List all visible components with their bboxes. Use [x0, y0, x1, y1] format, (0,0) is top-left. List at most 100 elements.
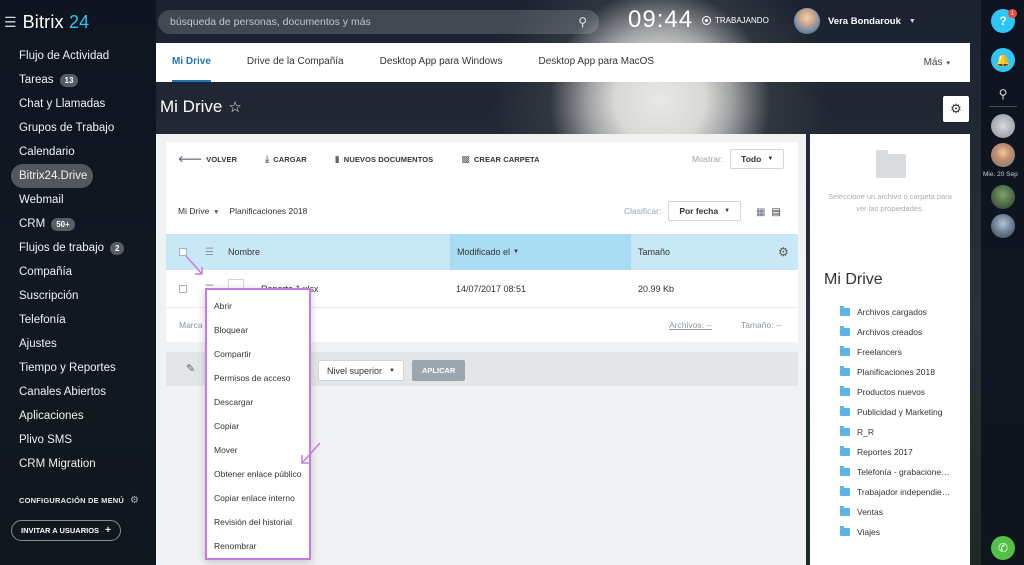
- menu-item-descargar[interactable]: Descargar: [207, 390, 309, 414]
- folder-list-item[interactable]: Ventas: [840, 502, 950, 522]
- list-view-icon[interactable]: ▤: [771, 207, 780, 218]
- menu-item-compartir[interactable]: Compartir: [207, 342, 309, 366]
- tab-more[interactable]: Más ▾: [924, 43, 950, 82]
- tab-mi-drive[interactable]: Mi Drive: [172, 43, 211, 82]
- folder-list-item[interactable]: R_R: [840, 422, 950, 442]
- star-icon[interactable]: ☆: [228, 98, 241, 116]
- search-input[interactable]: [170, 16, 550, 28]
- sidebar-item-suscripci-n[interactable]: Suscripción: [11, 284, 151, 308]
- settings-button[interactable]: ⚙: [943, 96, 969, 122]
- show-label: Mostrar:: [692, 154, 724, 164]
- sidebar-item-chat-y-llamadas[interactable]: Chat y Llamadas: [11, 92, 151, 116]
- new-documents-button[interactable]: ▮ NUEVOS DOCUMENTOS: [335, 154, 434, 165]
- gear-icon: ⚙: [130, 495, 140, 506]
- menu-item-obtener-enlace-p-blico[interactable]: Obtener enlace público: [207, 462, 309, 486]
- search-icon[interactable]: ⚲: [578, 15, 587, 29]
- menu-item-copiar-enlace-interno[interactable]: Copiar enlace interno: [207, 486, 309, 510]
- back-button[interactable]: 🡐 VOLVER: [178, 154, 237, 165]
- sidebar-item-flujo-de-actividad[interactable]: Flujo de Actividad: [11, 44, 151, 68]
- sidebar-item-telefon-a[interactable]: Telefonía: [11, 308, 151, 332]
- sort-select[interactable]: Por fecha ▼: [668, 201, 742, 221]
- sidebar-item-bitrix24-drive[interactable]: Bitrix24.Drive: [11, 164, 93, 188]
- col-size[interactable]: Tamaño: [638, 234, 670, 270]
- user-menu[interactable]: Vera Bondarouk ▼: [794, 8, 916, 34]
- menu-item-mover[interactable]: Mover: [207, 438, 309, 462]
- sidebar-item-flujos-de-trabajo[interactable]: Flujos de trabajo 2: [11, 236, 151, 260]
- folder-list-item[interactable]: Telefonía - grabacione…: [840, 462, 950, 482]
- avatar: [794, 8, 820, 34]
- menu-config[interactable]: CONFIGURACIÓN DE MENÚ ⚙: [19, 495, 139, 506]
- chevron-down-icon: ▼: [908, 17, 916, 25]
- col-name[interactable]: Nombre: [228, 234, 260, 270]
- avatar[interactable]: [991, 185, 1015, 209]
- sidebar-item-crm[interactable]: CRM 50+: [11, 212, 151, 236]
- folder-list-item[interactable]: Reportes 2017: [840, 442, 950, 462]
- menu-item-permisos-de-acceso[interactable]: Permisos de acceso: [207, 366, 309, 390]
- folder-list-item[interactable]: Publicidad y Marketing: [840, 402, 950, 422]
- tab-desktop-app-para-macos[interactable]: Desktop App para MacOS: [538, 43, 654, 82]
- search-icon: ⚲: [998, 87, 1008, 101]
- folder-list-item[interactable]: Productos nuevos: [840, 382, 950, 402]
- menu-item-revisi-n-del-historial[interactable]: Revisión del historial: [207, 510, 309, 534]
- brand-logo[interactable]: Bitrix 24: [23, 12, 90, 33]
- sidebar-item-compa-a[interactable]: Compañía: [11, 260, 151, 284]
- apply-button[interactable]: APLICAR: [412, 360, 466, 381]
- show-select[interactable]: Todo ▼: [730, 149, 785, 169]
- folder-list-item[interactable]: Archivos creados: [840, 322, 950, 342]
- work-status[interactable]: TRABAJANDO: [702, 16, 769, 25]
- sidebar-item-label: Telefonía: [19, 314, 66, 326]
- sidebar-item-tiempo-y-reportes[interactable]: Tiempo y Reportes: [11, 356, 151, 380]
- folder-icon: [840, 346, 850, 356]
- avatar[interactable]: [991, 114, 1015, 138]
- clock[interactable]: 09:44: [628, 6, 693, 34]
- notifications-button[interactable]: 🔔: [991, 48, 1015, 72]
- pencil-icon[interactable]: ✎: [186, 362, 195, 375]
- folder-icon: [840, 366, 850, 376]
- folder-list-item[interactable]: Freelancers: [840, 342, 950, 362]
- rail-search-button[interactable]: ⚲: [991, 82, 1015, 106]
- chevron-down-icon: ▼: [767, 156, 774, 162]
- sidebar-item-grupos-de-trabajo[interactable]: Grupos de Trabajo: [11, 116, 151, 140]
- arrow-annotation-top: [185, 255, 203, 275]
- sidebar-item-plivo-sms[interactable]: Plivo SMS: [11, 428, 151, 452]
- sidebar-item-label: CRM: [19, 218, 46, 230]
- work-status-label: TRABAJANDO: [715, 16, 769, 25]
- folder-icon: [840, 306, 850, 316]
- grid-view-icon[interactable]: ▦: [756, 207, 765, 218]
- tab-desktop-app-para-windows[interactable]: Desktop App para Windows: [380, 43, 503, 82]
- sidebar-item-calendario[interactable]: Calendario: [11, 140, 151, 164]
- upload-button[interactable]: ⤓ CARGAR: [265, 154, 307, 165]
- gear-icon[interactable]: ⚙: [778, 234, 789, 270]
- chevron-down-icon: ▼: [389, 367, 395, 374]
- avatar[interactable]: [991, 143, 1015, 167]
- breadcrumb-root[interactable]: Mi Drive ▼: [178, 206, 219, 216]
- menu-item-renombrar[interactable]: Renombrar: [207, 534, 309, 558]
- level-select[interactable]: Nivel superior ▼: [318, 360, 404, 381]
- col-modified[interactable]: Modificado el ▼: [450, 234, 631, 270]
- create-folder-button[interactable]: ▩ CREAR CARPETA: [461, 154, 539, 165]
- sidebar-item-ajustes[interactable]: Ajustes: [11, 332, 151, 356]
- show-value: Todo: [741, 154, 762, 164]
- folder-list-item[interactable]: Trabajador independie…: [840, 482, 950, 502]
- menu-item-abrir[interactable]: Abrir: [207, 294, 309, 318]
- sidebar-item-aplicaciones[interactable]: Aplicaciones: [11, 404, 151, 428]
- sidebar-item-crm-migration[interactable]: CRM Migration: [11, 452, 151, 476]
- menu-item-bloquear[interactable]: Bloquear: [207, 318, 309, 342]
- invite-users-label: INVITAR A USUARIOS: [21, 526, 100, 535]
- sidebar-item-webmail[interactable]: Webmail: [11, 188, 151, 212]
- tab-drive-de-la-compa-a[interactable]: Drive de la Compañía: [247, 43, 344, 82]
- folder-list-item[interactable]: Planificaciones 2018: [840, 362, 950, 382]
- search-bar[interactable]: ⚲: [158, 10, 599, 34]
- hamburger-icon[interactable]: ☰: [4, 14, 17, 31]
- sidebar-item-tareas[interactable]: Tareas 13: [11, 68, 151, 92]
- sidebar-item-canales-abiertos[interactable]: Canales Abiertos: [11, 380, 151, 404]
- invite-users-button[interactable]: INVITAR A USUARIOS +: [11, 520, 121, 541]
- folder-list-item[interactable]: Viajes: [840, 522, 950, 542]
- breadcrumb-current[interactable]: Planificaciones 2018: [229, 206, 307, 216]
- folder-list-item[interactable]: Archivos cargados: [840, 302, 950, 322]
- menu-item-copiar[interactable]: Copiar: [207, 414, 309, 438]
- avatar[interactable]: [991, 214, 1015, 238]
- folder-label: Archivos creados: [857, 327, 923, 337]
- brand: ☰ Bitrix 24: [4, 12, 89, 33]
- phone-button[interactable]: ✆: [991, 536, 1015, 560]
